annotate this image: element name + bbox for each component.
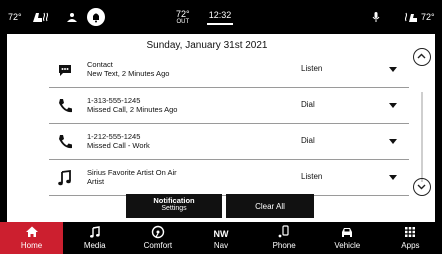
user-profile-icon[interactable]: [66, 0, 78, 34]
chevron-down-icon[interactable]: [389, 67, 397, 72]
nav-comfort[interactable]: Comfort: [126, 222, 189, 254]
panel-date: Sunday, January 31st 2021: [146, 40, 268, 51]
notification-row[interactable]: Contact New Text, 2 Minutes Ago Listen: [49, 52, 409, 88]
chevron-down-icon[interactable]: [389, 175, 397, 180]
notifications-panel: Sunday, January 31st 2021 Contact New Te…: [7, 34, 435, 223]
compass-heading: NW: [213, 229, 229, 239]
passenger-temp[interactable]: 72°: [421, 0, 435, 34]
nav-apps[interactable]: Apps: [379, 222, 442, 254]
nav-media[interactable]: Media: [63, 222, 126, 254]
music-note-icon: [63, 225, 126, 239]
notification-title: Contact: [87, 60, 113, 69]
phone-icon: [55, 96, 75, 116]
steering-wheel-icon: [126, 225, 189, 239]
notification-settings-button[interactable]: Notification Settings: [126, 194, 222, 218]
notification-action[interactable]: Listen: [301, 64, 322, 73]
message-icon: [55, 60, 75, 80]
notification-settings-sublabel: Settings: [161, 205, 187, 212]
music-note-icon: [55, 168, 75, 188]
car-icon: [316, 225, 379, 239]
nav-nav[interactable]: NW Nav: [189, 222, 252, 254]
nav-vehicle-label: Vehicle: [334, 241, 361, 250]
phone-device-icon: [253, 225, 316, 239]
notification-row[interactable]: Sirius Favorite Artist On Air Artist Lis…: [49, 160, 409, 196]
notification-title: 1-212-555-1245: [87, 132, 141, 141]
chevron-up-icon: [417, 53, 426, 59]
notification-row[interactable]: 1-313-555-1245 Missed Call, 2 Minutes Ag…: [49, 88, 409, 124]
notification-title: Sirius Favorite Artist On Air: [87, 168, 177, 177]
scroll-down-button[interactable]: [413, 178, 431, 196]
nav-home-label: Home: [20, 241, 43, 250]
home-icon: [0, 225, 63, 239]
nav-media-label: Media: [83, 241, 106, 250]
scroll-up-button[interactable]: [413, 48, 431, 66]
notification-detail: Artist: [87, 177, 105, 186]
nav-phone-label: Phone: [272, 241, 296, 250]
notification-row[interactable]: 1-212-555-1245 Missed Call - Work Dial: [49, 124, 409, 160]
bottom-nav: Home Media Comfort NW Nav Phone Vehicle …: [0, 222, 442, 254]
clock-underline: [207, 22, 233, 25]
chevron-down-icon[interactable]: [389, 103, 397, 108]
outside-temp-label: OUT: [176, 18, 190, 25]
notification-action[interactable]: Listen: [301, 172, 322, 181]
notification-settings-label: Notification: [153, 196, 195, 205]
passenger-heated-seat-icon[interactable]: [404, 0, 420, 34]
notification-action[interactable]: Dial: [301, 136, 315, 145]
apps-grid-icon: [379, 225, 442, 239]
outside-temp-value: 72°: [176, 8, 190, 19]
notification-action[interactable]: Dial: [301, 100, 315, 109]
notification-title: 1-313-555-1245: [87, 96, 141, 105]
clear-all-button[interactable]: Clear All: [226, 194, 314, 218]
clock-time: 12:32: [208, 9, 232, 20]
nav-home[interactable]: Home: [0, 222, 64, 254]
nav-vehicle[interactable]: Vehicle: [316, 222, 379, 254]
heated-seat-icon[interactable]: [30, 0, 50, 34]
phone-icon: [55, 132, 75, 152]
driver-temp[interactable]: 72°: [8, 0, 22, 34]
compass-icon: NW: [189, 225, 252, 239]
nav-phone[interactable]: Phone: [253, 222, 316, 254]
nav-comfort-label: Comfort: [143, 241, 173, 250]
scroll-track[interactable]: [421, 92, 423, 182]
outside-temp: 72° OUT: [176, 0, 190, 34]
notification-detail: New Text, 2 Minutes Ago: [87, 69, 170, 78]
notification-icon[interactable]: [86, 0, 106, 34]
notification-detail: Missed Call, 2 Minutes Ago: [87, 105, 178, 114]
nav-nav-label: Nav: [213, 241, 229, 250]
chevron-down-icon: [417, 184, 426, 190]
chevron-down-icon[interactable]: [389, 139, 397, 144]
microphone-icon[interactable]: [372, 0, 380, 34]
notification-detail: Missed Call - Work: [87, 141, 150, 150]
nav-apps-label: Apps: [401, 241, 420, 250]
status-bar: 72° 72° OUT 12:32 72°: [0, 0, 442, 34]
clock: 12:32: [207, 0, 233, 34]
